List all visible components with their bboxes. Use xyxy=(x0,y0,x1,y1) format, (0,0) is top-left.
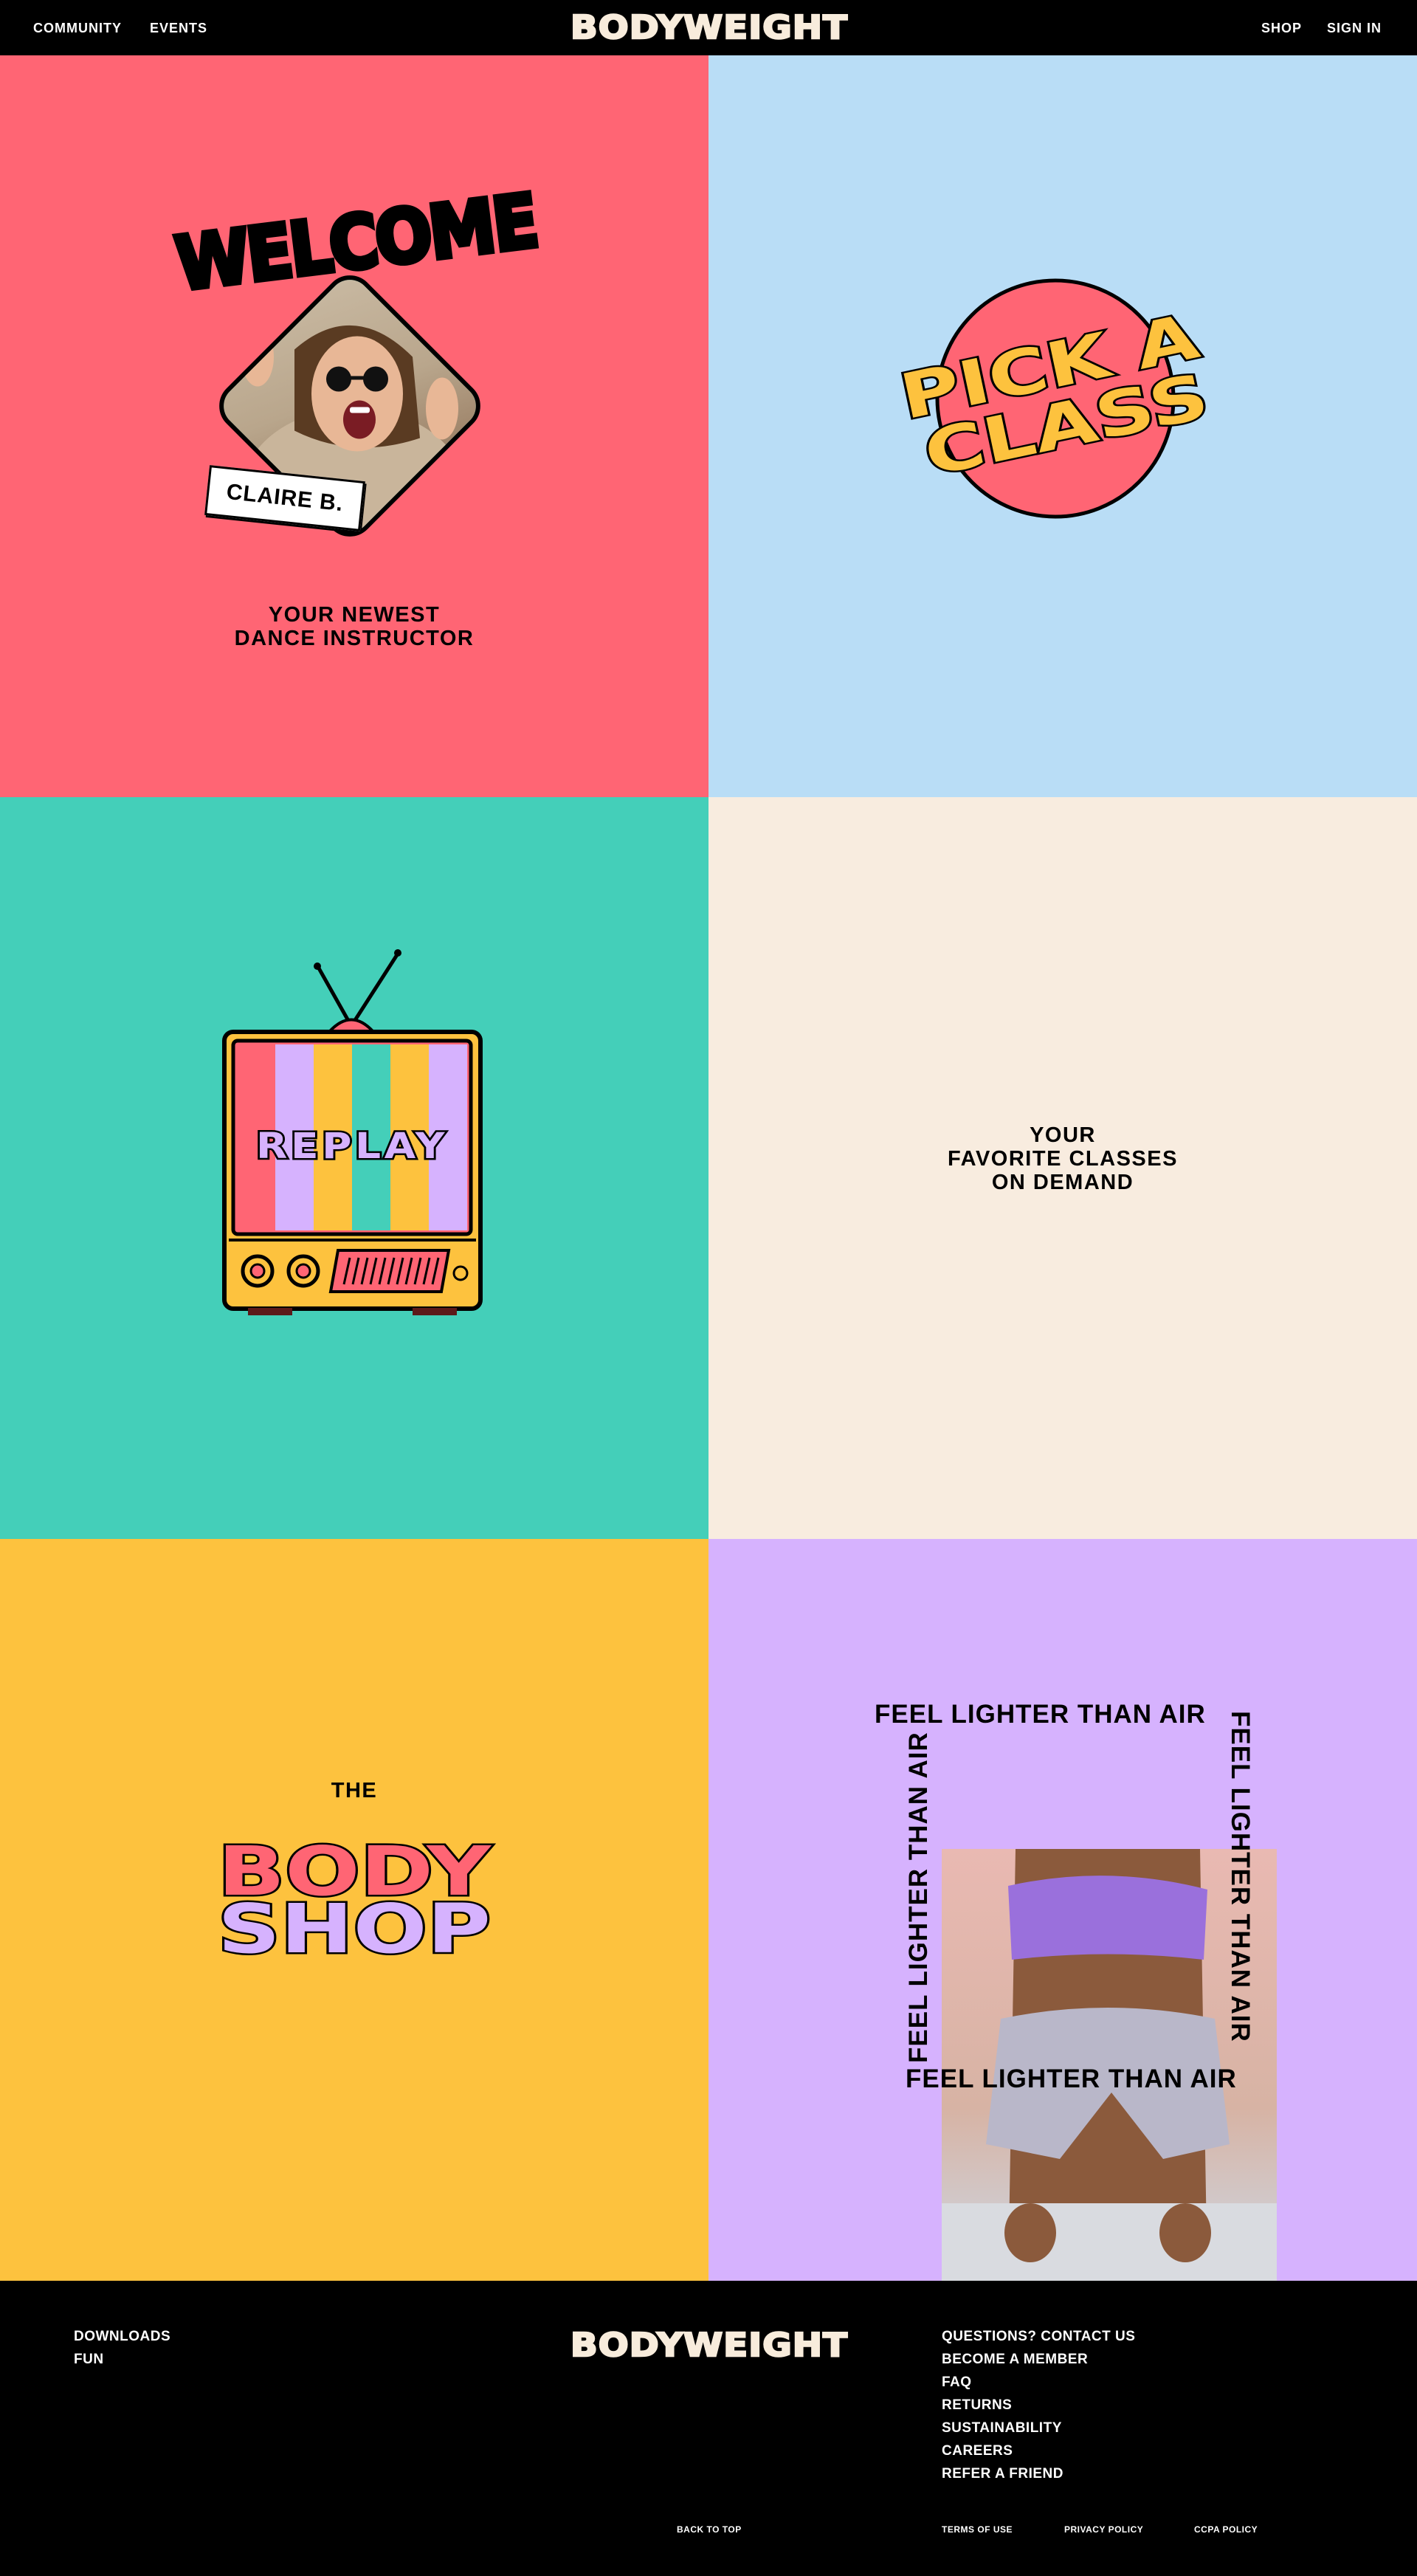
on-demand-caption: YOUR FAVORITE CLASSES ON DEMAND xyxy=(878,1123,1247,1194)
feel-lighter-bottom: FEEL LIGHTER THAN AIR xyxy=(906,2064,1237,2093)
feel-lighter-top: FEEL LIGHTER THAN AIR xyxy=(875,1700,1206,1729)
shop-the-label: THE xyxy=(331,1779,378,1802)
footer-logo-text: BODYWEIGHT xyxy=(570,2328,848,2362)
ccpa-policy-link[interactable]: CCPA POLICY xyxy=(1194,2524,1258,2535)
back-to-top-link[interactable]: BACK TO TOP xyxy=(677,2524,742,2535)
shop-word: SHOP xyxy=(218,1890,491,1969)
body-shop-panel[interactable]: THE BODY SHOP xyxy=(0,1539,708,2281)
pick-class-badge: PICK A CLASS xyxy=(900,278,1216,519)
feel-lighter-left: FEEL LIGHTER THAN AIR xyxy=(904,1732,933,2063)
logo-text: BODYWEIGHT xyxy=(570,10,848,44)
site-footer: DOWNLOADS FUN BODYWEIGHT QUESTIONS? CONT… xyxy=(0,2281,1417,2576)
footer-sustainability-link[interactable]: SUSTAINABILITY xyxy=(942,2417,1062,2439)
nav-shop[interactable]: SHOP xyxy=(1261,21,1302,36)
welcome-caption-line2: DANCE INSTRUCTOR xyxy=(234,627,475,650)
feel-lighter-panel[interactable]: FEEL LIGHTER THAN AIR FEEL LIGHTER THAN … xyxy=(708,1539,1417,2281)
nav-community[interactable]: COMMUNITY xyxy=(33,21,122,36)
welcome-panel[interactable]: WELCOME CLAIRE B. YOUR NEWEST DANCE INST… xyxy=(0,55,708,797)
welcome-caption: YOUR NEWEST DANCE INSTRUCTOR xyxy=(170,603,539,650)
nav-events[interactable]: EVENTS xyxy=(150,21,207,36)
on-demand-line1: YOUR xyxy=(1030,1123,1096,1147)
footer-contact-link[interactable]: QUESTIONS? CONTACT US xyxy=(942,2325,1135,2348)
footer-refer-link[interactable]: REFER A FRIEND xyxy=(942,2462,1063,2485)
feel-lighter-right: FEEL LIGHTER THAN AIR xyxy=(1226,1711,1255,2042)
footer-member-link[interactable]: BECOME A MEMBER xyxy=(942,2348,1088,2371)
on-demand-line2: FAVORITE CLASSES xyxy=(948,1147,1178,1171)
site-header: COMMUNITY EVENTS BODYWEIGHT SHOP SIGN IN xyxy=(0,0,1417,55)
replay-label: REPLAY xyxy=(256,1126,448,1167)
footer-downloads-link[interactable]: DOWNLOADS xyxy=(74,2325,170,2348)
welcome-caption-line1: YOUR NEWEST xyxy=(268,603,441,627)
nav-sign-in[interactable]: SIGN IN xyxy=(1327,21,1382,36)
footer-returns-link[interactable]: RETURNS xyxy=(942,2394,1012,2417)
on-demand-panel[interactable]: YOUR FAVORITE CLASSES ON DEMAND xyxy=(708,797,1417,1539)
footer-careers-link[interactable]: CAREERS xyxy=(942,2439,1013,2462)
pick-class-panel[interactable]: PICK A CLASS xyxy=(708,55,1417,797)
footer-faq-link[interactable]: FAQ xyxy=(942,2371,972,2394)
terms-of-use-link[interactable]: TERMS OF USE xyxy=(942,2524,1013,2535)
tv-icon: REPLAY xyxy=(222,949,483,1315)
on-demand-line3: ON DEMAND xyxy=(991,1171,1134,1194)
footer-fun-link[interactable]: FUN xyxy=(74,2348,104,2371)
site-logo[interactable]: BODYWEIGHT xyxy=(569,10,849,44)
footer-logo[interactable]: BODYWEIGHT xyxy=(569,2328,849,2362)
replay-panel[interactable]: REPLAY xyxy=(0,797,708,1539)
privacy-policy-link[interactable]: PRIVACY POLICY xyxy=(1064,2524,1143,2535)
body-shop-logo: BODY SHOP xyxy=(216,1831,494,1971)
